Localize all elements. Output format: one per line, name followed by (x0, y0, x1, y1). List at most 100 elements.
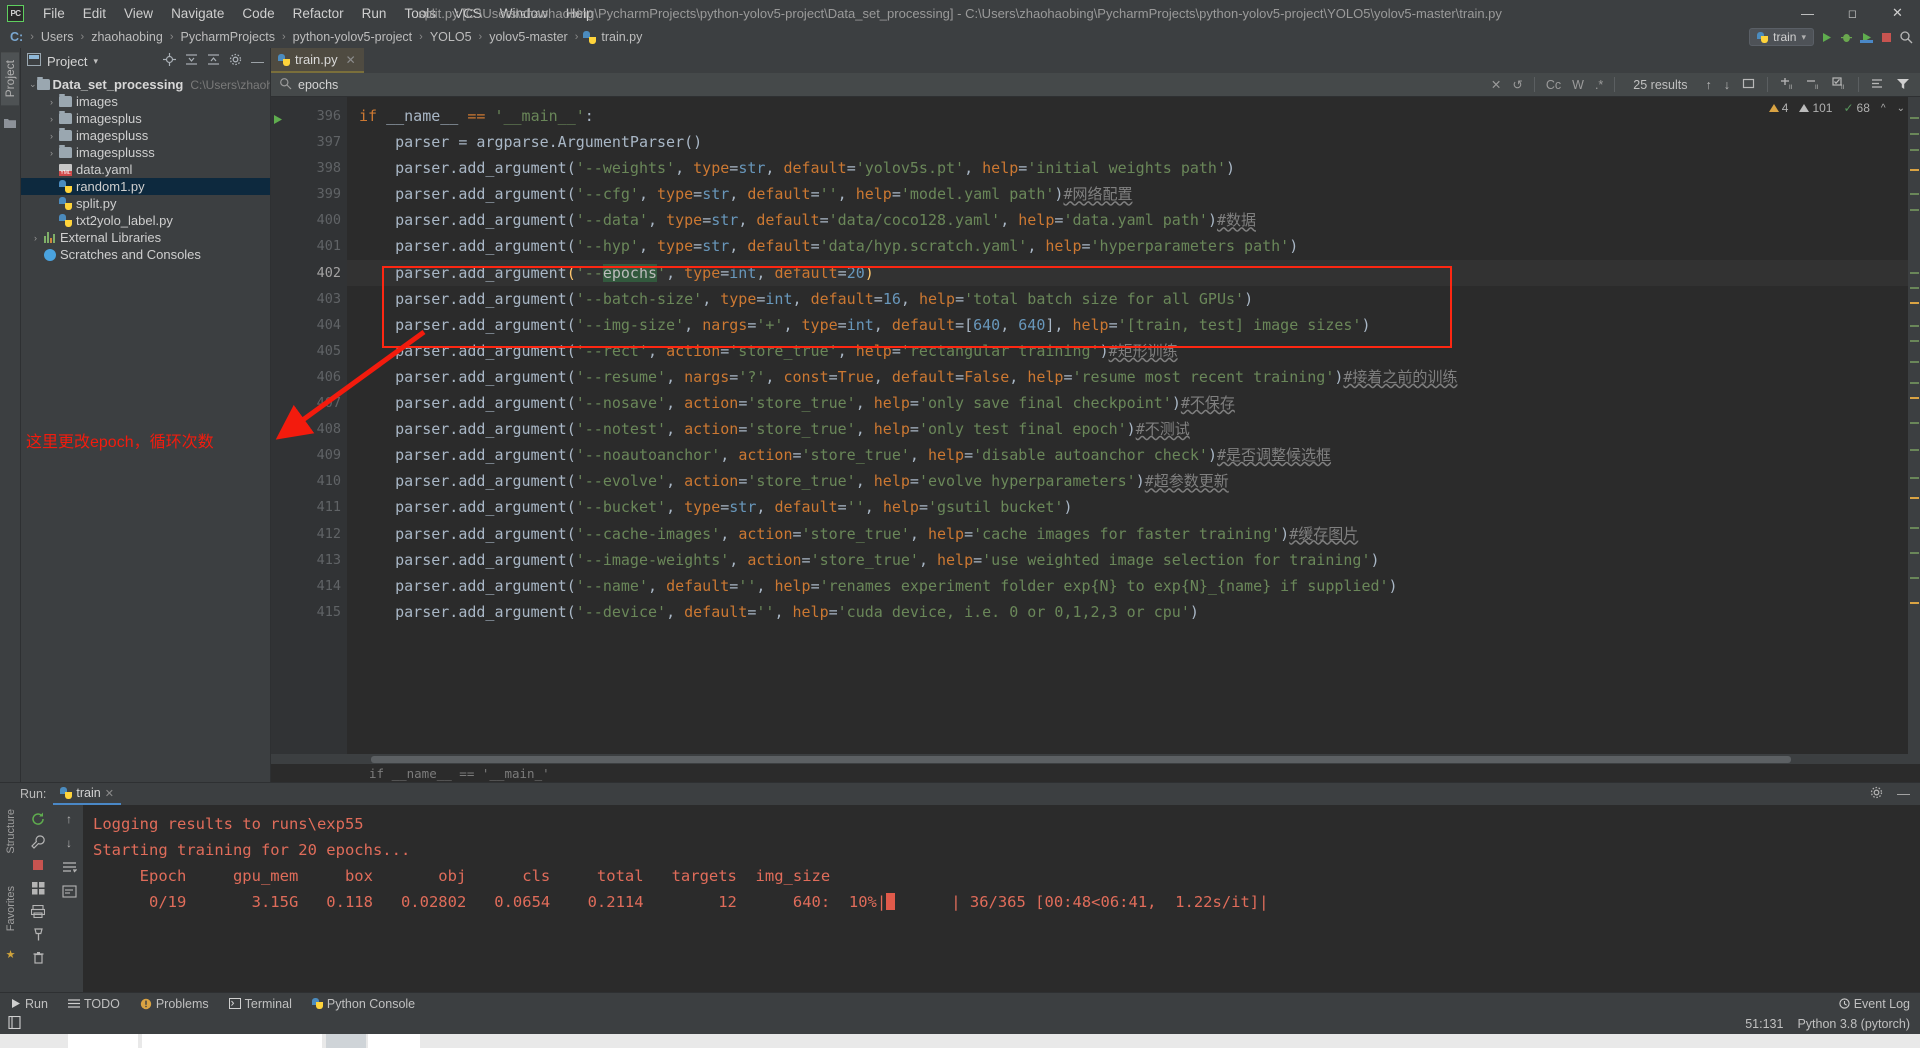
interpreter-selector[interactable]: Python 3.8 (pytorch) (1797, 1017, 1920, 1031)
status-item-terminal[interactable]: Terminal (219, 997, 302, 1011)
scroll-down-icon[interactable]: ↓ (58, 833, 80, 853)
stop-icon[interactable] (27, 855, 49, 875)
code-line[interactable]: parser.add_argument('--name', default=''… (347, 573, 1908, 599)
code-line[interactable]: parser.add_argument('--rect', action='st… (347, 338, 1908, 364)
add-line-icon[interactable]: II (1780, 77, 1794, 93)
tree-node-txt2yolo-label-py[interactable]: txt2yolo_label.py (21, 212, 270, 229)
tool-window-favorites-tab[interactable]: Favorites (3, 882, 19, 935)
select-all-occurrences-icon[interactable] (1742, 77, 1755, 93)
pin-icon[interactable] (27, 924, 49, 944)
caret-position[interactable]: 51:131 (1745, 1017, 1797, 1031)
settings-gear-icon[interactable] (1870, 786, 1883, 802)
chevron-down-icon[interactable]: ▾ (93, 56, 98, 67)
event-log-button[interactable]: Event Log (1829, 997, 1920, 1011)
close-tab-icon[interactable]: ✕ (346, 53, 356, 67)
next-match-icon[interactable]: ↓ (1724, 78, 1730, 92)
trash-icon[interactable] (27, 947, 49, 967)
tree-node-scratches-and-consoles[interactable]: Scratches and Consoles (21, 246, 270, 263)
code-line[interactable]: parser.add_argument('--img-size', nargs =… (347, 312, 1908, 338)
expand-arrow-icon[interactable]: › (45, 97, 58, 107)
inspection-widget[interactable]: 4 101 ✓ 68 ^ ⌄ (1768, 101, 1905, 115)
search-history-icon[interactable]: ↺ (1512, 77, 1522, 92)
breadcrumb-item-project[interactable]: python-yolov5-project (291, 30, 415, 44)
minimize-button[interactable]: — (1785, 0, 1830, 26)
clear-search-icon[interactable]: ✕ (1491, 77, 1501, 92)
match-case-toggle[interactable]: Cc (1546, 78, 1561, 92)
code-viewport[interactable]: 396 397 398 399 400 401 402 403 404 405 … (271, 97, 1920, 754)
chevron-up-icon[interactable]: ^ (1881, 103, 1886, 114)
close-button[interactable]: ✕ (1875, 0, 1920, 26)
error-count-chip[interactable]: 101 (1799, 101, 1832, 115)
editor-tab-train-py[interactable]: train.py ✕ (271, 48, 364, 73)
tree-node-data-set-processing[interactable]: ⌄ Data_set_processing C:\Users\zhaohaobi… (21, 76, 270, 93)
breadcrumb-item-pycharmprojects[interactable]: PycharmProjects (178, 30, 276, 44)
menu-navigate[interactable]: Navigate (162, 3, 233, 24)
settings-gear-icon[interactable] (229, 53, 242, 69)
tree-node-data-yaml[interactable]: data.yaml (21, 161, 270, 178)
locate-icon[interactable] (163, 53, 176, 69)
filter-icon[interactable] (1896, 77, 1910, 93)
grid-icon[interactable] (27, 878, 49, 898)
status-item-problems[interactable]: Problems (130, 997, 219, 1011)
whole-words-toggle[interactable]: W (1572, 78, 1584, 92)
tree-node-split-py[interactable]: split.py (21, 195, 270, 212)
typo-count-chip[interactable]: ✓ 68 (1843, 101, 1869, 115)
run-tab-train[interactable]: train ✕ (53, 783, 121, 805)
prev-match-icon[interactable]: ↑ (1706, 78, 1712, 92)
rerun-icon[interactable] (27, 809, 49, 829)
code-line[interactable]: parser.add_argument('--epochs', type=int… (347, 259, 1908, 286)
regex-toggle[interactable]: .* (1595, 78, 1603, 92)
code-line[interactable]: parser.add_argument('--nosave', action='… (347, 390, 1908, 416)
code-line[interactable]: parser.add_argument('--device', default =… (347, 599, 1908, 625)
tree-node-external-libraries[interactable]: › External Libraries (21, 229, 270, 246)
in-selection-icon[interactable] (1871, 77, 1884, 93)
expand-arrow-icon[interactable]: › (29, 233, 42, 243)
code-line[interactable]: parser.add_argument('--weights', type=st… (347, 155, 1908, 181)
tree-node-imagesplusss[interactable]: › imagesplusss (21, 144, 270, 161)
error-stripe-marks[interactable] (1908, 97, 1920, 754)
code-line[interactable]: parser.add_argument('--image-weights', a… (347, 547, 1908, 573)
debug-icon[interactable] (1838, 29, 1854, 45)
tree-node-random1-py[interactable]: random1.py (21, 178, 270, 195)
code-line[interactable]: parser.add_argument('--resume', nargs='?… (347, 364, 1908, 390)
soft-wrap-icon[interactable] (58, 857, 80, 877)
search-everywhere-icon[interactable] (1898, 29, 1914, 45)
code-line[interactable]: parser.add_argument('--batch-size', type… (347, 286, 1908, 312)
warning-count-chip[interactable]: 4 (1768, 101, 1788, 115)
search-field-wrapper[interactable] (271, 77, 1481, 93)
close-tab-icon[interactable]: ✕ (105, 787, 114, 800)
menu-run[interactable]: Run (353, 3, 396, 24)
code-line[interactable]: parser.add_argument('--cfg', type=str, d… (347, 181, 1908, 207)
menu-refactor[interactable]: Refactor (284, 3, 353, 24)
code-line[interactable]: parser = argparse.ArgumentParser() (347, 129, 1908, 155)
code-line[interactable]: parser.add_argument('--cache-images', ac… (347, 521, 1908, 547)
search-input[interactable] (298, 77, 1481, 92)
chevron-down-icon[interactable]: ⌄ (1897, 103, 1905, 114)
bottom-left-icon[interactable] (0, 1015, 21, 1032)
expand-arrow-icon[interactable]: › (45, 114, 58, 124)
code-line[interactable]: parser.add_argument('--notest', action='… (347, 416, 1908, 442)
wrench-icon[interactable] (27, 832, 49, 852)
status-item-run[interactable]: Run (0, 997, 58, 1011)
run-configuration-selector[interactable]: train ▾ (1749, 28, 1814, 46)
collapse-all-icon[interactable] (207, 53, 220, 69)
scroll-up-icon[interactable]: ↑ (58, 809, 80, 829)
status-item-todo[interactable]: TODO (58, 997, 130, 1011)
print-icon[interactable] (27, 901, 49, 921)
code-line[interactable]: parser.add_argument('--noautoanchor', ac… (347, 442, 1908, 468)
breadcrumb-item-yolov5master[interactable]: yolov5-master (487, 30, 570, 44)
remove-line-icon[interactable]: II (1806, 77, 1820, 93)
breadcrumb-item-users[interactable]: Users (39, 30, 76, 44)
coverage-icon[interactable] (1858, 29, 1874, 45)
status-item-python-console[interactable]: Python Console (302, 997, 425, 1011)
tree-node-images[interactable]: › images (21, 93, 270, 110)
expand-all-icon[interactable] (185, 53, 198, 69)
breadcrumb-item-zhaohaobing[interactable]: zhaohaobing (89, 30, 165, 44)
tree-node-imagespluss[interactable]: › imagespluss (21, 127, 270, 144)
tool-window-project-tab[interactable]: Project (1, 52, 19, 106)
run-console-output[interactable]: Logging results to runs\exp55 Starting tr… (83, 805, 1920, 992)
menu-file[interactable]: File (34, 3, 74, 24)
editor-horizontal-scrollbar[interactable] (271, 754, 1920, 764)
expand-arrow-icon[interactable]: › (45, 131, 58, 141)
select-lines-icon[interactable]: II (1832, 76, 1846, 93)
